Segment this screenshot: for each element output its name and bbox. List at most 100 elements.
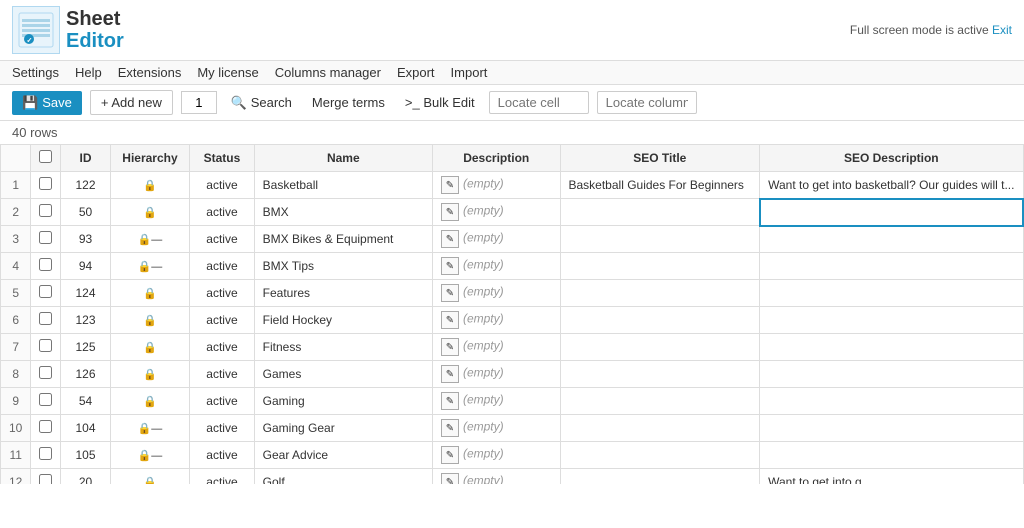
- edit-icon[interactable]: ✎: [441, 203, 459, 221]
- row-checkbox[interactable]: [39, 231, 52, 244]
- cell-status: active: [190, 280, 254, 307]
- cell-checkbox[interactable]: [31, 334, 61, 361]
- edit-icon[interactable]: ✎: [441, 311, 459, 329]
- merge-terms-button[interactable]: Merge terms: [306, 91, 391, 114]
- locate-column-input[interactable]: [597, 91, 697, 114]
- bulk-edit-button[interactable]: >_ Bulk Edit: [399, 91, 481, 114]
- cell-checkbox[interactable]: [31, 253, 61, 280]
- cell-description[interactable]: ✎(empty): [432, 253, 560, 280]
- cell-seo-description[interactable]: [760, 361, 1023, 388]
- cell-description[interactable]: ✎ (empty): [432, 280, 560, 307]
- add-new-button[interactable]: + Add new: [90, 90, 173, 115]
- cell-checkbox[interactable]: [31, 415, 61, 442]
- edit-icon[interactable]: ✎: [441, 392, 459, 410]
- cell-status: active: [190, 172, 254, 199]
- cell-checkbox[interactable]: [31, 280, 61, 307]
- cell-seo-description[interactable]: [760, 442, 1023, 469]
- cell-id: 50: [61, 199, 110, 226]
- edit-icon[interactable]: ✎: [441, 338, 459, 356]
- table-row: 11105🔒—activeGear Advice✎(empty): [1, 442, 1024, 469]
- cell-description[interactable]: ✎ (empty): [432, 172, 560, 199]
- cell-id: 54: [61, 388, 110, 415]
- row-checkbox[interactable]: [39, 339, 52, 352]
- cell-checkbox[interactable]: [31, 469, 61, 485]
- cell-name: Gaming Gear: [254, 415, 432, 442]
- menu-extensions[interactable]: Extensions: [118, 65, 182, 80]
- cell-checkbox[interactable]: [31, 199, 61, 226]
- cell-seo-description[interactable]: [760, 334, 1023, 361]
- row-checkbox[interactable]: [39, 447, 52, 460]
- cell-checkbox[interactable]: [31, 307, 61, 334]
- cell-seo-description[interactable]: [760, 280, 1023, 307]
- cell-description[interactable]: ✎(empty): [432, 442, 560, 469]
- cell-description[interactable]: ✎(empty): [432, 361, 560, 388]
- row-checkbox[interactable]: [39, 366, 52, 379]
- cell-seo-description[interactable]: [760, 415, 1023, 442]
- menu-columns-manager[interactable]: Columns manager: [275, 65, 381, 80]
- save-button[interactable]: 💾 Save: [12, 91, 82, 115]
- locate-cell-input[interactable]: [489, 91, 589, 114]
- cell-description[interactable]: ✎(empty): [432, 226, 560, 253]
- row-checkbox[interactable]: [39, 312, 52, 325]
- edit-icon[interactable]: ✎: [441, 230, 459, 248]
- cell-checkbox[interactable]: [31, 442, 61, 469]
- table-container[interactable]: ID Hierarchy Status Name Description SEO…: [0, 144, 1024, 484]
- row-checkbox[interactable]: [39, 393, 52, 406]
- cell-checkbox[interactable]: [31, 172, 61, 199]
- cell-rownum: 11: [1, 442, 31, 469]
- menu-my-license[interactable]: My license: [197, 65, 258, 80]
- cell-seo-description[interactable]: [760, 199, 1023, 226]
- edit-icon[interactable]: ✎: [441, 419, 459, 437]
- cell-name: Games: [254, 361, 432, 388]
- cell-seo-title: [560, 199, 760, 226]
- edit-icon[interactable]: ✎: [441, 365, 459, 383]
- row-checkbox[interactable]: [39, 420, 52, 433]
- cell-description[interactable]: ✎(empty): [432, 307, 560, 334]
- cell-description[interactable]: ✎(empty): [432, 199, 560, 226]
- menu-export[interactable]: Export: [397, 65, 435, 80]
- cell-description[interactable]: ✎(empty): [432, 388, 560, 415]
- row-checkbox[interactable]: [39, 204, 52, 217]
- edit-icon[interactable]: ✎: [441, 284, 459, 302]
- row-checkbox[interactable]: [39, 474, 52, 484]
- edit-icon[interactable]: ✎: [441, 473, 459, 484]
- cell-rownum: 5: [1, 280, 31, 307]
- menu-settings[interactable]: Settings: [12, 65, 59, 80]
- row-checkbox[interactable]: [39, 285, 52, 298]
- row-checkbox[interactable]: [39, 258, 52, 271]
- cell-seo-description[interactable]: [760, 226, 1023, 253]
- row-checkbox[interactable]: [39, 177, 52, 190]
- cell-status: active: [190, 469, 254, 485]
- edit-icon[interactable]: ✎: [441, 446, 459, 464]
- cell-seo-description[interactable]: [760, 307, 1023, 334]
- cell-seo-title: [560, 361, 760, 388]
- edit-icon[interactable]: ✎: [441, 176, 459, 194]
- cell-seo-description[interactable]: Want to get into basketball? Our guides …: [760, 172, 1023, 199]
- desc-text: (empty): [463, 285, 504, 299]
- fullscreen-exit-link[interactable]: Exit: [992, 23, 1012, 37]
- desc-text: (empty): [463, 420, 504, 434]
- cell-status: active: [190, 442, 254, 469]
- cell-seo-title: [560, 334, 760, 361]
- cell-seo-description[interactable]: [760, 388, 1023, 415]
- lock-icon: 🔒: [143, 180, 157, 192]
- edit-icon[interactable]: ✎: [441, 257, 459, 275]
- menu-help[interactable]: Help: [75, 65, 102, 80]
- row-number-input[interactable]: [181, 91, 217, 114]
- cell-seo-description[interactable]: Want to get into g...: [760, 469, 1023, 485]
- cell-checkbox[interactable]: [31, 388, 61, 415]
- cell-name: BMX Bikes & Equipment: [254, 226, 432, 253]
- select-all-checkbox[interactable]: [39, 150, 52, 163]
- cell-description[interactable]: ✎ (empty): [432, 415, 560, 442]
- search-button[interactable]: 🔍 Search: [225, 91, 298, 115]
- data-table: ID Hierarchy Status Name Description SEO…: [0, 144, 1024, 484]
- cell-description[interactable]: ✎(empty): [432, 469, 560, 485]
- desc-text: (empty): [463, 177, 504, 191]
- cell-name: Fitness: [254, 334, 432, 361]
- cell-checkbox[interactable]: [31, 361, 61, 388]
- cell-hierarchy: 🔒: [110, 307, 190, 334]
- menu-import[interactable]: Import: [451, 65, 488, 80]
- cell-seo-description[interactable]: [760, 253, 1023, 280]
- cell-description[interactable]: ✎(empty): [432, 334, 560, 361]
- cell-checkbox[interactable]: [31, 226, 61, 253]
